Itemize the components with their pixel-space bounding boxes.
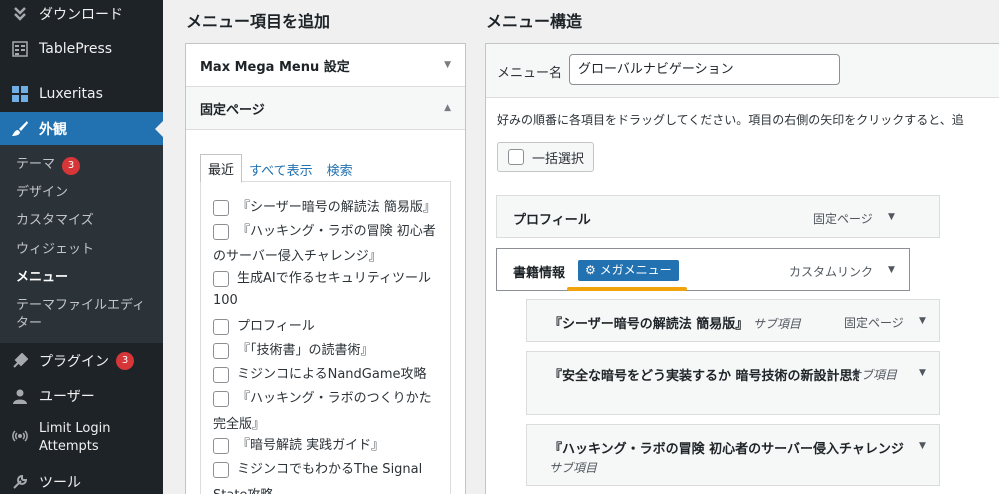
pages-section-header[interactable]: 固定ページ ▲ [186, 87, 465, 130]
sidebar-item-download[interactable]: ダウンロード [0, 0, 163, 27]
wrench-icon [10, 472, 30, 492]
collapse-arrow-icon: ▼ [444, 60, 451, 70]
pages-checklist: 『シーザー暗号の解読法 簡易版』 『ハッキング・ラボの冒険 初心者 のサーバー侵… [200, 181, 451, 494]
user-icon [10, 386, 30, 406]
menu-item-books[interactable]: 書籍情報 ⚙ メガメニュー カスタムリンク ▼ [496, 248, 910, 291]
page-checkbox-item[interactable]: プロフィール [213, 315, 443, 338]
menu-structure-heading: メニュー構造 [486, 12, 583, 31]
expand-arrow-icon: ▲ [444, 103, 451, 113]
appearance-submenu: テーマ 3 デザイン カスタマイズ ウィジェット メニュー テーマファイルエディタ… [0, 145, 163, 343]
checkbox[interactable] [213, 462, 229, 478]
sidebar-item-users[interactable]: ユーザー [0, 381, 163, 411]
drag-instructions: 好みの順番に各項目をドラッグしてください。項目の右側の矢印をクリックすると、追 [497, 113, 964, 127]
signal-icon [10, 426, 30, 446]
update-count-badge: 3 [116, 352, 134, 370]
tab-recent[interactable]: 最近 [200, 154, 243, 183]
page-checkbox-item[interactable]: 『ハッキング・ラボの冒険 初心者 [213, 220, 443, 243]
download-icon [10, 4, 30, 24]
admin-sidebar: ダウンロード TablePress Luxeritas 外観 テーマ 3 デザイン… [0, 0, 163, 494]
sidebar-item-label: 外観 [39, 121, 67, 138]
mega-menu-button[interactable]: ⚙ メガメニュー [578, 260, 679, 281]
update-count-badge: 3 [62, 157, 81, 175]
submenu-item-menus[interactable]: メニュー [16, 269, 68, 287]
menu-structure-panel: メニュー名 グローバルナビゲーション 好みの順番に各項目をドラッグしてください。… [485, 43, 999, 494]
expand-arrow-icon[interactable]: ▼ [919, 368, 926, 378]
sidebar-item-luxeritas[interactable]: Luxeritas [0, 80, 163, 108]
sidebar-item-tools[interactable]: ツール [0, 468, 163, 494]
pages-tabs: 最近 すべて表示 検索 [200, 154, 360, 183]
table-icon [10, 39, 30, 59]
expand-arrow-icon[interactable]: ▼ [919, 316, 926, 326]
sidebar-item-label: プラグイン [39, 354, 109, 370]
expand-arrow-icon[interactable]: ▼ [888, 212, 895, 222]
checkbox[interactable] [508, 149, 524, 165]
submenu-item-customize[interactable]: カスタマイズ [16, 212, 94, 230]
menu-name-bar: メニュー名 グローバルナビゲーション [486, 44, 999, 98]
page-checkbox-item[interactable]: 『暗号解読 実践ガイド』 [213, 434, 443, 457]
expand-arrow-icon[interactable]: ▼ [888, 265, 895, 275]
plugin-icon [10, 351, 30, 371]
highlight-underline [567, 287, 687, 291]
sidebar-item-label: Luxeritas [39, 86, 103, 102]
sidebar-item-appearance[interactable]: 外観 [0, 112, 163, 145]
menu-item-profile[interactable]: プロフィール 固定ページ ▼ [496, 195, 940, 238]
checkbox[interactable] [213, 438, 229, 454]
page-checkbox-item[interactable]: ミジンコでもわかるThe Signal [213, 458, 443, 481]
tab-search[interactable]: 検索 [320, 156, 360, 183]
sidebar-item-label: TablePress [39, 41, 113, 57]
expand-arrow-icon[interactable]: ▼ [919, 441, 926, 451]
bulk-select-button[interactable]: 一括選択 [497, 142, 594, 172]
submenu-item-widgets[interactable]: ウィジェット [16, 241, 94, 259]
sidebar-item-label: ユーザー [39, 389, 95, 405]
submenu-item-themes[interactable]: テーマ 3 [16, 156, 81, 175]
add-menu-items-panel: Max Mega Menu 設定 ▼ 固定ページ ▲ 最近 すべて表示 検索 『… [185, 43, 466, 494]
sidebar-item-limit-login[interactable]: Limit Login Attempts [0, 420, 163, 460]
page-label-cont: State攻略 [213, 484, 273, 494]
tab-view-all[interactable]: すべて表示 [242, 156, 320, 183]
checkbox[interactable] [213, 200, 229, 216]
page-label-cont: のサーバー侵入チャレンジ』 [213, 249, 382, 264]
sidebar-item-label: Limit Login Attempts [39, 421, 111, 454]
checkbox[interactable] [213, 319, 229, 335]
submenu-item-theme-editor[interactable]: テーマファイルエディター [16, 297, 156, 333]
checkbox[interactable] [213, 343, 229, 359]
checkbox[interactable] [213, 367, 229, 383]
page-checkbox-item[interactable]: 『ハッキング・ラボのつくりかた [213, 387, 443, 410]
sidebar-item-label: ダウンロード [39, 6, 123, 23]
submenu-item-design[interactable]: デザイン [16, 184, 68, 202]
checkbox[interactable] [213, 391, 229, 407]
sidebar-item-plugins[interactable]: プラグイン 3 [0, 346, 163, 376]
checkbox[interactable] [213, 224, 229, 240]
add-menu-items-heading: メニュー項目を追加 [186, 12, 331, 31]
menu-name-input[interactable]: グローバルナビゲーション [569, 54, 840, 85]
page-label-cont: 100 [213, 293, 238, 308]
menu-item-subitem[interactable]: 『安全な暗号をどう実装するか 暗号技術の新設計思想』 サブ項目 ▼ [526, 351, 940, 415]
menu-name-label: メニュー名 [497, 66, 563, 81]
luxeritas-icon [10, 84, 30, 104]
page-checkbox-item[interactable]: ミジンコによるNandGame攻略 [213, 363, 443, 386]
page-checkbox-item[interactable]: 『シーザー暗号の解読法 簡易版』 [213, 196, 443, 219]
sidebar-item-label: ツール [39, 475, 81, 491]
mega-menu-settings-section[interactable]: Max Mega Menu 設定 ▼ [186, 44, 465, 87]
sidebar-item-tablepress[interactable]: TablePress [0, 35, 163, 63]
checkbox[interactable] [213, 271, 229, 287]
page-label-cont: 完全版』 [213, 417, 266, 432]
menu-item-subitem[interactable]: 『ハッキング・ラボの冒険 初心者のサーバー侵入チャレンジ』 サブ項目 ▼ [526, 424, 940, 486]
menu-item-subitem[interactable]: 『シーザー暗号の解読法 簡易版』 サブ項目 固定ページ ▼ [526, 299, 940, 342]
page-checkbox-item[interactable]: 生成AIで作るセキュリティツール [213, 267, 443, 290]
page-checkbox-item[interactable]: 『「技術書」の読書術』 [213, 339, 443, 362]
paintbrush-icon [10, 119, 30, 139]
gear-icon: ⚙ [585, 263, 596, 277]
